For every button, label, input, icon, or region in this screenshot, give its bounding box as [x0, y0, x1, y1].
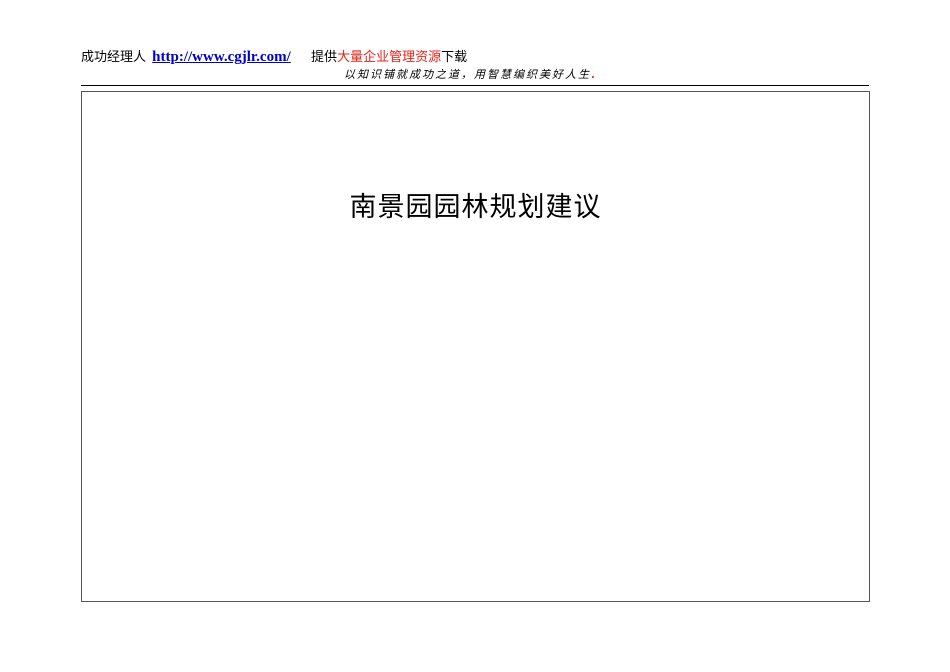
site-name: 成功经理人 — [81, 50, 147, 65]
header-banner: 成功经理人 http://www.cgjlr.com/ 提供大量企业管理资源下载 — [81, 47, 467, 67]
provide-suffix: 下载 — [441, 50, 468, 65]
provide-prefix: 提供 — [311, 50, 338, 65]
provide-highlight: 大量企业管理资源 — [337, 50, 442, 65]
tagline: 以知识铺就成功之道，用智慧编织美好人生. — [344, 67, 597, 83]
site-url-link[interactable]: http://www.cgjlr.com/ — [152, 49, 291, 65]
tagline-end: . — [591, 68, 597, 81]
tagline-text: 以知识铺就成功之道，用智慧编织美好人生 — [344, 68, 591, 81]
page-frame: 南景园园林规划建议 — [81, 91, 870, 602]
header-divider — [81, 85, 869, 86]
document-title: 南景园园林规划建议 — [349, 192, 602, 223]
